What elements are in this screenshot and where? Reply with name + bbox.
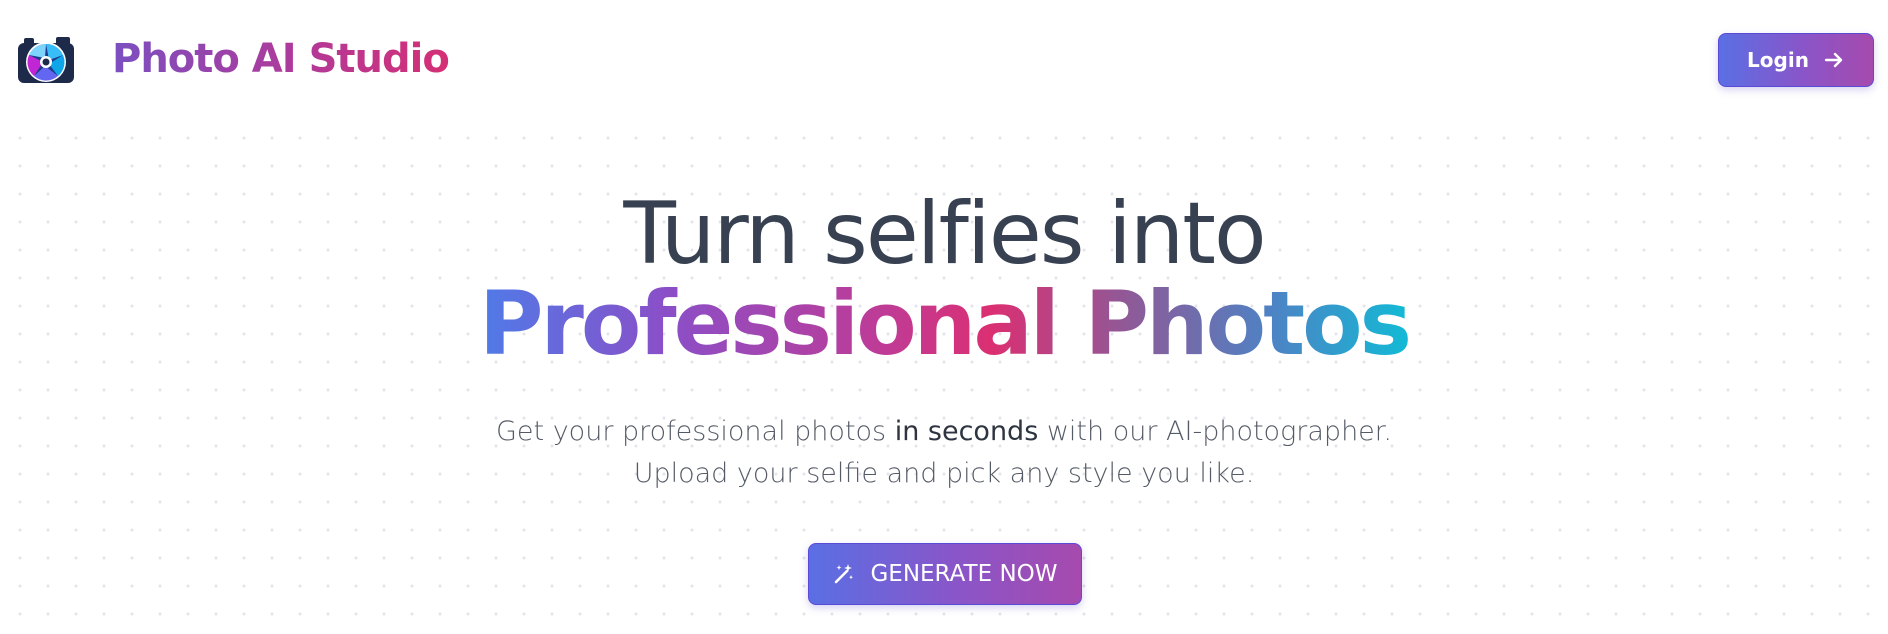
brand-name[interactable]: Photo AI Studio — [112, 36, 450, 82]
hero-title-line1: Turn selfies into — [623, 184, 1266, 284]
subtitle-suffix: with our AI-photographer. — [1038, 416, 1392, 447]
top-header: Photo AI Studio ™ Login — [0, 0, 1888, 118]
generate-now-button[interactable]: GENERATE NOW — [808, 543, 1082, 605]
camera-aperture-icon[interactable] — [16, 33, 76, 85]
arrow-right-icon — [1823, 49, 1845, 71]
subtitle-emphasis: in seconds — [894, 416, 1039, 447]
login-button[interactable]: Login — [1718, 33, 1874, 87]
hero-subtitle-line1: Get your professional photos in seconds … — [0, 416, 1888, 447]
landing-page: Photo AI Studio ™ Login Turn selfies int… — [0, 0, 1888, 634]
subtitle-prefix: Get your professional photos — [496, 416, 895, 447]
hero-title-line2: Professional Photos — [0, 272, 1888, 376]
login-label: Login — [1747, 48, 1809, 72]
hero-subtitle-line2: Upload your selfie and pick any style yo… — [633, 458, 1255, 489]
hero-title-gradient-text: Professional Photos — [478, 272, 1412, 375]
generate-now-label: GENERATE NOW — [870, 561, 1058, 587]
trademark-symbol: ™ — [431, 48, 442, 61]
magic-wand-icon — [832, 562, 856, 586]
